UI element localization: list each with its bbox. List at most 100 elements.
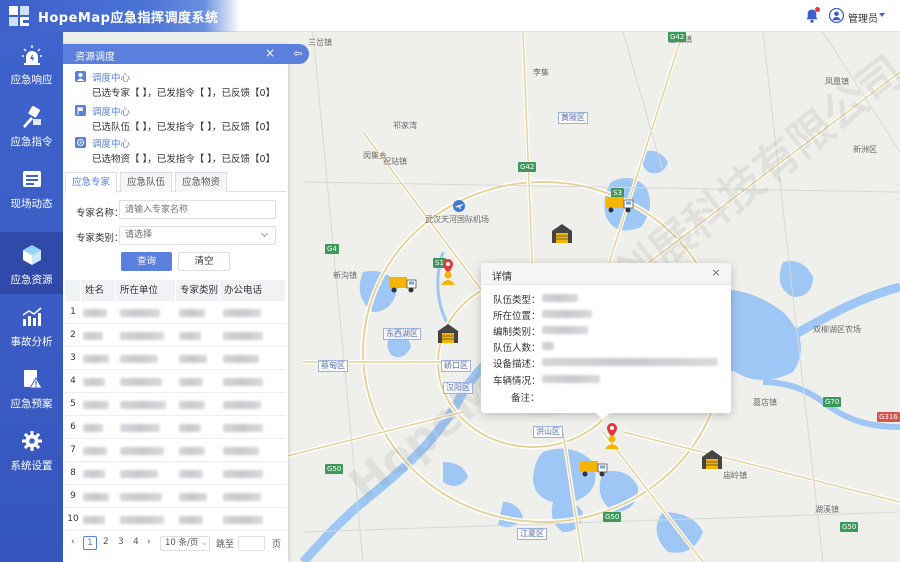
- table-row-index: 2: [70, 330, 76, 340]
- query-button[interactable]: 查询: [121, 252, 172, 271]
- next-page-icon[interactable]: ›: [147, 537, 151, 547]
- prev-page-icon[interactable]: ‹: [71, 537, 75, 547]
- expert-type-select[interactable]: 请选择: [119, 226, 276, 245]
- district-label: 洪山区: [533, 426, 563, 438]
- scene-icon: [23, 171, 41, 187]
- user-avatar-icon[interactable]: [829, 8, 844, 23]
- district-label: 蔡甸区: [318, 360, 348, 372]
- expert-pin-marker-icon[interactable]: [601, 422, 623, 450]
- message-text: 已选物资【 】，已发指令【 】，已反馈【0】: [92, 154, 276, 165]
- sidebar-item-accident-analysis[interactable]: 事故分析: [0, 294, 63, 356]
- warning-plan-icon: [24, 370, 43, 389]
- redacted-cell: [179, 401, 205, 409]
- tab-experts[interactable]: 应急专家: [65, 172, 117, 193]
- table-row-divider: [65, 369, 286, 370]
- chart-icon: [22, 307, 42, 326]
- tab-teams[interactable]: 应急队伍: [120, 172, 172, 192]
- redacted-cell: [120, 332, 164, 340]
- redacted-cell: [120, 470, 158, 478]
- redacted-cell: [179, 355, 207, 363]
- redacted-cell: [223, 493, 261, 501]
- close-icon[interactable]: ×: [264, 46, 276, 60]
- road-shield: G42: [668, 32, 687, 42]
- redacted-cell: [179, 309, 205, 317]
- redacted-cell: [223, 470, 263, 478]
- road-shield: G70: [823, 397, 842, 407]
- message-title: 调度中心: [92, 107, 131, 118]
- redacted-cell: [120, 447, 164, 455]
- page-size-select[interactable]: 10 条/页 ⌄: [160, 536, 210, 551]
- redacted-cell: [223, 378, 263, 386]
- sidebar-item-emergency-response[interactable]: 应急响应: [0, 32, 63, 94]
- sidebar-item-label: 系统设置: [10, 460, 53, 472]
- field-team-type: 队伍类型：: [493, 295, 541, 306]
- popup-header: 详情 ×: [481, 263, 731, 285]
- table-header-category: 专家类别: [176, 280, 220, 301]
- redacted-cell: [120, 401, 166, 409]
- map-place-label: 三岔镇: [308, 38, 332, 47]
- pagination: ‹ 1 2 3 4 › 10 条/页 ⌄ 跳至 页: [65, 536, 286, 554]
- user-name[interactable]: 管理员: [848, 10, 878, 25]
- redacted-value: [542, 375, 600, 383]
- warehouse-marker-icon[interactable]: [551, 222, 573, 244]
- warehouse-marker-icon[interactable]: [701, 448, 723, 470]
- table-row-divider: [65, 461, 286, 462]
- sidebar: 应急响应 应急指令 现场动态 应急资源 事故分析 应急预案 系统设置: [0, 32, 63, 562]
- truck-marker-icon[interactable]: [388, 274, 418, 294]
- road-shield: G50: [325, 464, 344, 474]
- warehouse-marker-icon[interactable]: [437, 322, 459, 344]
- page-4[interactable]: 4: [133, 537, 139, 547]
- redacted-cell: [223, 447, 259, 455]
- sidebar-item-scene-dynamics[interactable]: 现场动态: [0, 156, 63, 218]
- expert-pin-marker-icon[interactable]: [437, 258, 459, 286]
- sidebar-item-emergency-command[interactable]: 应急指令: [0, 94, 63, 156]
- table-row-divider: [65, 392, 286, 393]
- map-place-label: 武汉天河国际机场: [425, 215, 489, 224]
- clear-button[interactable]: 清空: [178, 252, 230, 271]
- expert-name-label: 专家名称：: [76, 208, 124, 219]
- chevron-down-icon[interactable]: [879, 13, 885, 17]
- alarm-light-icon: [22, 45, 42, 65]
- road-shield: G316: [877, 412, 900, 422]
- redacted-value: [542, 358, 718, 366]
- road-shield: G50: [603, 512, 622, 522]
- sidebar-item-emergency-resources[interactable]: 应急资源: [0, 232, 63, 294]
- notification-dot: [815, 7, 820, 12]
- collapse-panel-arrow-icon[interactable]: ⇦: [287, 44, 309, 64]
- redacted-cell: [179, 516, 203, 524]
- sidebar-item-system-settings[interactable]: 系统设置: [0, 418, 63, 480]
- redacted-cell: [223, 401, 261, 409]
- material-box-icon: [75, 137, 86, 148]
- table-row-divider: [65, 530, 286, 531]
- sidebar-item-emergency-plan[interactable]: 应急预案: [0, 356, 63, 418]
- redacted-cell: [120, 516, 164, 524]
- table-row-index: 7: [70, 445, 76, 455]
- page-2[interactable]: 2: [103, 537, 109, 547]
- expert-name-input[interactable]: [119, 200, 276, 219]
- close-icon[interactable]: ×: [710, 267, 722, 279]
- expert-user-icon: [75, 71, 86, 82]
- redacted-cell: [179, 378, 203, 386]
- airport-icon: [453, 200, 465, 212]
- redacted-cell: [83, 332, 103, 340]
- redacted-cell: [120, 309, 160, 317]
- table-row-divider: [65, 484, 286, 485]
- redacted-cell: [179, 470, 203, 478]
- truck-marker-icon[interactable]: [579, 458, 609, 478]
- tab-materials[interactable]: 应急物资: [175, 172, 227, 192]
- table-row-divider: [65, 415, 286, 416]
- road-shield: G50: [840, 522, 859, 532]
- map-place-label: 庙岭镇: [723, 471, 747, 480]
- goto-page-input[interactable]: [238, 536, 265, 551]
- redacted-cell: [83, 516, 105, 524]
- page-3[interactable]: 3: [118, 537, 124, 547]
- page-1[interactable]: 1: [83, 536, 97, 550]
- table-row-index: 4: [70, 376, 76, 386]
- map-place-label: 双柳湖区农场: [813, 325, 861, 334]
- road-shield: G42: [518, 162, 537, 172]
- app-logo-icon: [9, 6, 29, 26]
- page-unit-label: 页: [272, 540, 282, 550]
- sidebar-item-label: 现场动态: [10, 198, 53, 210]
- map-place-label: 新洲区: [853, 145, 877, 154]
- truck-marker-icon[interactable]: [605, 194, 635, 214]
